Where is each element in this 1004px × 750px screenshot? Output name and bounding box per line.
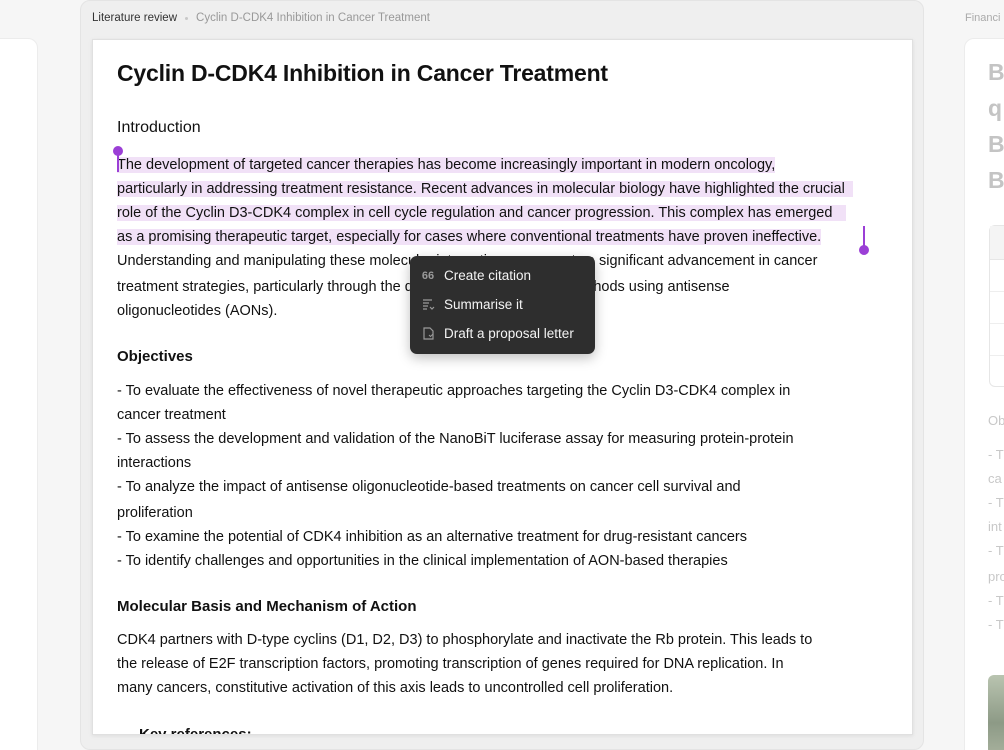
objective-line: interactions xyxy=(117,455,192,471)
right-panel-text: ca xyxy=(988,471,1002,486)
right-panel-text: B xyxy=(988,59,1004,85)
right-breadcrumb[interactable]: Financi xyxy=(965,12,1000,24)
right-panel-text: B xyxy=(988,131,1004,157)
menu-item-label: Draft a proposal letter xyxy=(444,326,574,341)
text-line: CDK4 partners with D-type cyclins (D1, D… xyxy=(117,632,813,648)
quote-icon: 66 xyxy=(421,269,435,282)
selection-start-handle[interactable] xyxy=(113,146,123,172)
right-document-panel[interactable]: B q B B Ob - T ca - T int - T pro - T - … xyxy=(964,38,1004,750)
objective-line: - To evaluate the effectiveness of novel… xyxy=(117,383,791,399)
breadcrumb-root[interactable]: Literature review xyxy=(92,12,177,24)
context-menu: 66 Create citation Summarise it Draft a … xyxy=(410,256,595,354)
objective-line: proliferation xyxy=(117,505,193,521)
objective-line: cancer treatment xyxy=(117,407,226,423)
text-line: the release of E2F transcription factors… xyxy=(117,656,784,672)
selected-text-line[interactable]: as a promising therapeutic target, espec… xyxy=(117,229,822,245)
objective-line: - To identify challenges and opportuniti… xyxy=(117,553,728,569)
thumbnail-image[interactable] xyxy=(988,675,1004,750)
objective-line: - To assess the development and validati… xyxy=(117,431,794,447)
menu-item-label: Create citation xyxy=(444,268,532,283)
key-references-heading: Key references: xyxy=(139,726,252,735)
right-panel-heading: Ob xyxy=(988,413,1004,428)
right-panel-text: q xyxy=(988,95,1003,121)
right-panel-text: - T xyxy=(988,617,1004,632)
breadcrumb: Literature review Cyclin D-CDK4 Inhibiti… xyxy=(92,12,430,24)
objective-line: - To examine the potential of CDK4 inhib… xyxy=(117,529,748,545)
breadcrumb-current: Cyclin D-CDK4 Inhibition in Cancer Treat… xyxy=(196,12,430,24)
document-page[interactable]: Cyclin D-CDK4 Inhibition in Cancer Treat… xyxy=(92,39,913,735)
summarise-menu-item[interactable]: Summarise it xyxy=(410,290,595,319)
mechanism-paragraph: CDK4 partners with D-type cyclins (D1, D… xyxy=(117,628,892,700)
menu-item-label: Summarise it xyxy=(444,297,523,312)
objectives-heading: Objectives xyxy=(117,348,193,365)
text-line: many cancers, constitutive activation of… xyxy=(117,680,674,696)
draft-proposal-letter-menu-item[interactable]: Draft a proposal letter xyxy=(410,319,595,348)
right-panel-text: - T xyxy=(988,447,1004,462)
right-panel-text: B xyxy=(988,167,1004,193)
document-title: Cyclin D-CDK4 Inhibition in Cancer Treat… xyxy=(117,60,608,86)
objective-line: - To analyze the impact of antisense oli… xyxy=(117,479,741,495)
right-panel-text: int xyxy=(988,519,1002,534)
right-panel-table xyxy=(989,225,1004,387)
right-panel-text: - T xyxy=(988,593,1004,608)
objectives-list: - To evaluate the effectiveness of novel… xyxy=(117,379,892,573)
mechanism-heading: Molecular Basis and Mechanism of Action xyxy=(117,598,417,615)
document-panel: Literature review Cyclin D-CDK4 Inhibiti… xyxy=(80,0,924,750)
document-icon xyxy=(421,327,435,341)
selected-text-line[interactable]: particularly in addressing treatment res… xyxy=(117,181,853,197)
selected-text-line[interactable]: role of the Cyclin D3-CDK4 complex in ce… xyxy=(117,205,847,221)
create-citation-menu-item[interactable]: 66 Create citation xyxy=(410,261,595,290)
summarise-icon xyxy=(421,298,435,312)
right-panel-text: - T xyxy=(988,495,1004,510)
left-panel xyxy=(0,38,38,750)
breadcrumb-separator xyxy=(185,16,189,20)
right-panel-text: - T xyxy=(988,543,1004,558)
introduction-heading: Introduction xyxy=(117,119,201,136)
selected-text-line[interactable]: The development of targeted cancer thera… xyxy=(117,157,776,173)
selection-end-handle[interactable] xyxy=(859,226,869,255)
right-panel-text: pro xyxy=(988,569,1004,584)
